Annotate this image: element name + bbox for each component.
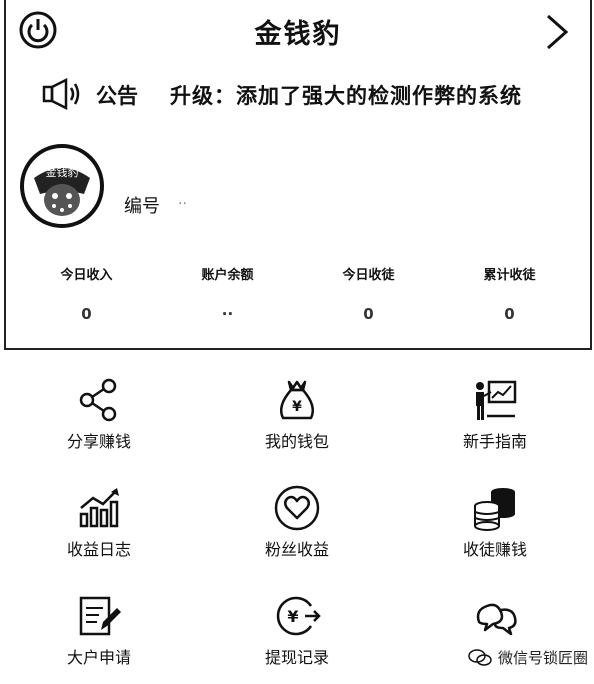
menu-item-fans-earnings[interactable]: 粉丝收益 [198,468,396,576]
menu-item-vip-apply[interactable]: 大户申请 [0,576,198,684]
uid-value: ·· [178,196,187,212]
speaker-icon [42,78,80,110]
menu-label: 收益日志 [66,540,131,559]
menu-label: 我的钱包 [264,432,329,451]
money-bag-icon: ¥ [280,380,314,420]
avatar[interactable]: 金钱豹 [20,144,104,228]
stat-account-balance[interactable]: 账户余额 ·· [157,264,298,324]
menu-item-withdraw-records[interactable]: ¥ 提现记录 [198,576,396,684]
menu-item-wallet[interactable]: ¥ 我的钱包 [198,360,396,468]
stat-value: 0 [504,305,515,323]
svg-text:¥: ¥ [292,399,302,415]
wechat-icon [468,648,492,666]
stat-label: 今日收入 [60,268,113,283]
menu-item-guide[interactable]: 新手指南 [396,360,594,468]
header: 金钱豹 [6,0,590,62]
menu-label: 分享赚钱 [66,432,131,451]
stat-label: 今日收徒 [342,268,395,283]
stat-value: 0 [363,305,374,323]
stats-row: 今日收入 0 账户余额 ·· 今日收徒 0 累计收徒 0 [16,264,580,324]
stat-today-apprentices[interactable]: 今日收徒 0 [298,264,439,324]
leopard-avatar-image: 金钱豹 [26,150,98,222]
growth-chart-icon [79,488,119,528]
presentation-icon [476,380,517,420]
page-title: 金钱豹 [254,19,342,50]
top-card: 金钱豹 公告 升级：添加了强大的检测作弊的系统 金钱豹 编号 ·· 今日收入 0… [4,0,592,350]
stat-today-income[interactable]: 今日收入 0 [16,264,157,324]
menu-item-recruit[interactable]: 收徒赚钱 [396,468,594,576]
menu-label: 收徒赚钱 [462,540,527,559]
stat-label: 账户余额 [201,268,254,283]
menu-item-share[interactable]: 分享赚钱 [0,360,198,468]
menu-label: 粉丝收益 [264,540,329,559]
stat-value: 0 [81,305,92,323]
menu-grid: 分享赚钱 ¥ 我的钱包 新手指南 收益日志 粉丝收益 收徒赚钱 大户申请 ¥ 提… [0,360,594,684]
heart-icon [274,485,320,531]
chat-icon [476,603,517,636]
watermark: 微信号锁匠圈 [467,647,588,668]
withdraw-icon: ¥ [276,596,321,636]
notice-bar: 公告 升级：添加了强大的检测作弊的系统 [42,76,570,112]
menu-label: 新手指南 [462,432,527,451]
svg-text:¥: ¥ [287,607,298,626]
stat-total-apprentices[interactable]: 累计收徒 0 [439,264,580,324]
chevron-right-icon[interactable] [544,12,570,52]
avatar-text: 金钱豹 [46,165,79,179]
share-icon [79,378,117,422]
stat-label: 累计收徒 [483,268,536,283]
menu-item-earnings-log[interactable]: 收益日志 [0,468,198,576]
coins-icon [474,488,515,531]
notice-label: 公告 [96,84,138,108]
menu-label: 提现记录 [264,648,329,667]
menu-label: 大户申请 [66,648,131,667]
stat-value: ·· [221,305,234,323]
uid-label: 编号 [124,196,160,217]
notice-text: 升级：添加了强大的检测作弊的系统 [170,84,522,108]
watermark-text: 微信号锁匠圈 [497,649,588,667]
edit-icon [79,596,121,636]
